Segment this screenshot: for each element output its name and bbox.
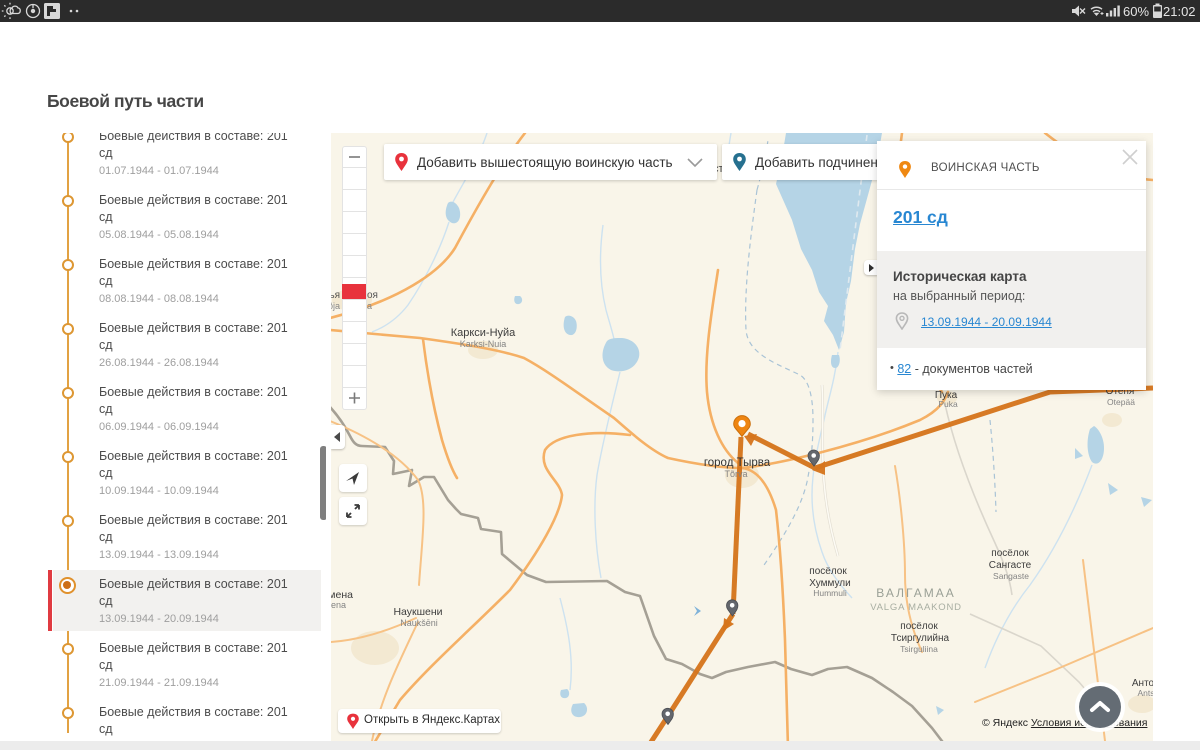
svg-text:õja: õja xyxy=(331,301,340,311)
svg-text:Tõrva: Tõrva xyxy=(724,469,747,479)
svg-text:jena: jena xyxy=(331,600,346,610)
svg-text:21:02: 21:02 xyxy=(1163,4,1196,19)
svg-text:a: a xyxy=(367,301,372,311)
svg-text:посёлок: посёлок xyxy=(991,548,1029,559)
svg-text:Karksi-Nuia: Karksi-Nuia xyxy=(460,339,507,349)
svg-text:60%: 60% xyxy=(1123,4,1149,19)
svg-text:Hummuli: Hummuli xyxy=(813,588,847,598)
svg-text:ВАЛГАМАА: ВАЛГАМАА xyxy=(876,586,955,600)
svg-text:ья: ья xyxy=(331,290,340,301)
svg-text:Sangaste: Sangaste xyxy=(993,571,1029,581)
svg-text:Puka: Puka xyxy=(938,399,958,409)
svg-text:оя: оя xyxy=(367,290,378,301)
svg-text:город Тырва: город Тырва xyxy=(704,457,771,469)
svg-text:Каркси-Нуйа: Каркси-Нуйа xyxy=(451,327,516,339)
svg-text:VALGA MAAKOND: VALGA MAAKOND xyxy=(870,602,962,613)
svg-text:Ants: Ants xyxy=(1137,688,1153,698)
svg-text:Наукшени: Наукшени xyxy=(393,606,442,618)
svg-text:Tsirguliina: Tsirguliina xyxy=(900,644,938,654)
svg-text:Сангасте: Сангасте xyxy=(989,560,1032,571)
svg-text:посёлок: посёлок xyxy=(900,621,938,632)
svg-text:посёлок: посёлок xyxy=(809,566,847,577)
svg-text:Naukšēni: Naukšēni xyxy=(400,618,438,628)
svg-text:Тсиргулийна: Тсиргулийна xyxy=(891,633,950,644)
svg-text:Otepää: Otepää xyxy=(1107,397,1135,407)
